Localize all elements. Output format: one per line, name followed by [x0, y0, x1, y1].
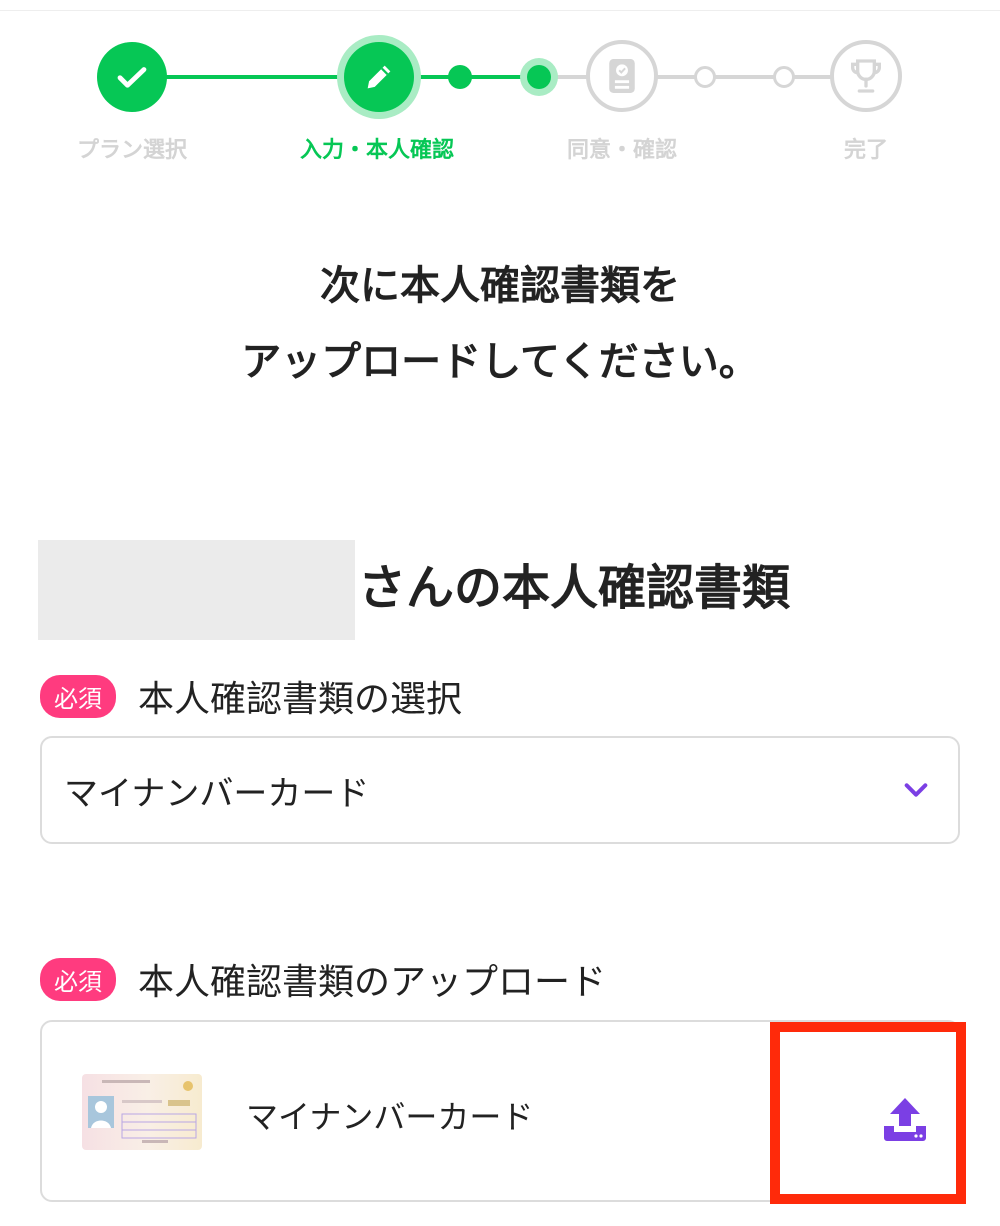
step-input-current: [337, 35, 421, 119]
applicant-section-title: さんの本人確認書類: [358, 560, 791, 616]
progress-stepper: プラン選択 入力・本人確認 同意・確認 完了: [0, 0, 1000, 180]
uploaded-doc-name: マイナンバーカード: [246, 1098, 534, 1136]
doc-upload-label-row: 必須 本人確認書類のアップロード: [40, 953, 606, 1005]
document-check-icon: [609, 59, 635, 93]
doc-type-selected-value: マイナンバーカード: [64, 773, 370, 814]
doc-upload-box[interactable]: マイナンバーカード: [40, 1020, 960, 1202]
step-label-input: 入力・本人確認: [299, 138, 454, 163]
page-heading: 次に本人確認書類を アップロードしてください。: [0, 248, 1000, 400]
step-label-plan: プラン選択: [76, 138, 187, 163]
trophy-icon: [851, 59, 881, 93]
chevron-down-icon: [896, 770, 936, 810]
step-label-complete: 完了: [843, 138, 888, 163]
doc-upload-label: 本人確認書類のアップロード: [138, 962, 607, 1003]
page-heading-line2: アップロードしてください。: [241, 339, 759, 385]
substep-dot-pending: [694, 66, 716, 88]
doc-type-select[interactable]: マイナンバーカード: [40, 736, 960, 844]
doc-select-label: 本人確認書類の選択: [138, 679, 463, 720]
step-label-consent: 同意・確認: [566, 138, 677, 163]
substep-dot-done: [448, 65, 472, 89]
doc-select-label-row: 必須 本人確認書類の選択: [40, 670, 462, 722]
applicant-name-redacted: [38, 540, 355, 640]
required-badge: 必須: [40, 957, 116, 1001]
step-complete-pending: [830, 40, 902, 112]
required-badge: 必須: [40, 674, 116, 718]
upload-button[interactable]: [880, 1096, 930, 1142]
step-consent-pending: [586, 40, 658, 112]
step-plan-complete: [97, 42, 167, 112]
substep-dot-pending: [773, 66, 795, 88]
page-heading-line1: 次に本人確認書類を: [320, 263, 680, 309]
check-icon: [117, 67, 147, 88]
substep-dot-current: [520, 58, 558, 96]
id-card-thumbnail: [82, 1074, 202, 1150]
pencil-icon: [367, 65, 391, 89]
upload-icon: [884, 1098, 926, 1141]
